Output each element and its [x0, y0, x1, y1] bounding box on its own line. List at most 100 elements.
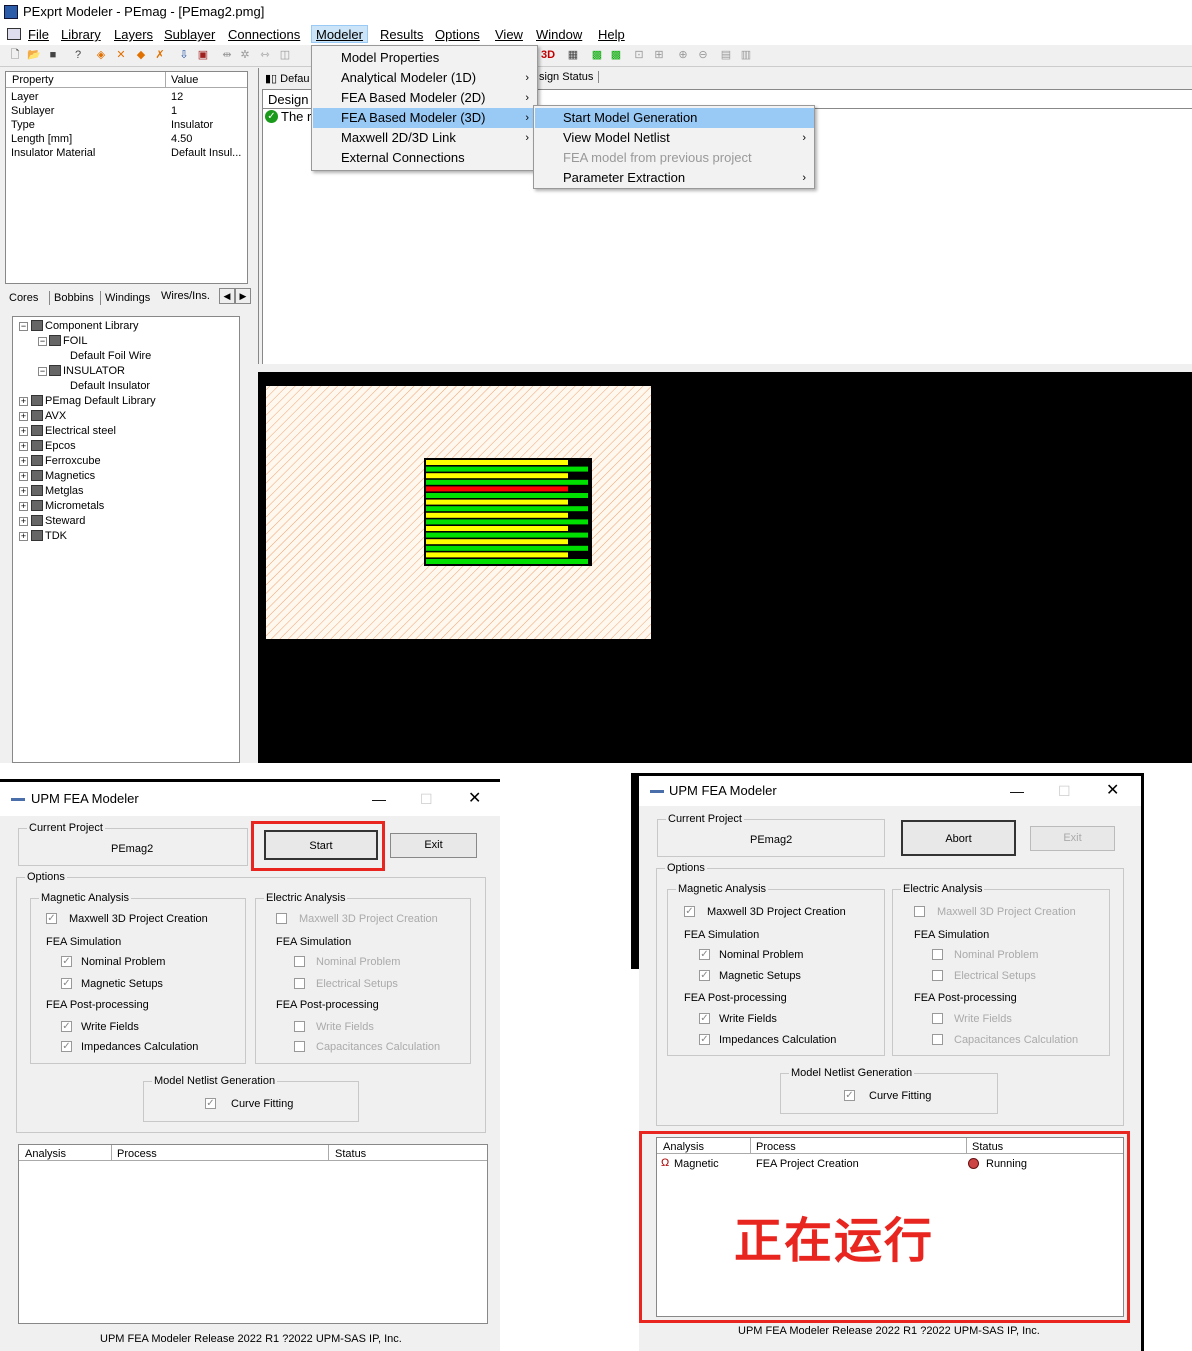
tool-a-icon[interactable]: ◈ — [94, 48, 108, 62]
expand-icon[interactable]: + — [19, 517, 28, 526]
menu-analytical-1d[interactable]: Analytical Modeler (1D) › — [313, 68, 537, 88]
tab-default[interactable]: ▮▯ Defau — [265, 72, 310, 85]
close-icon[interactable]: ✕ — [1106, 776, 1119, 806]
tree-node-library[interactable]: Ferroxcube — [31, 454, 101, 469]
menu-maxwell-link[interactable]: Maxwell 2D/3D Link › — [313, 128, 537, 148]
menu-window[interactable]: Window — [536, 26, 582, 44]
save-icon[interactable]: ■ — [46, 48, 60, 62]
tool-l-icon[interactable]: ▩ — [590, 48, 604, 62]
property-col-header[interactable]: Property — [12, 74, 54, 86]
tree-node-library[interactable]: Steward — [31, 514, 85, 529]
menu-fea-3d[interactable]: FEA Based Modeler (3D) › — [313, 108, 537, 128]
exit-button[interactable]: Exit — [390, 833, 477, 858]
expand-icon[interactable]: + — [19, 412, 28, 421]
tool-m-icon[interactable]: ▩ — [609, 48, 623, 62]
col-analysis[interactable]: Analysis — [25, 1147, 66, 1161]
write-fields-checkbox[interactable]: ✓ — [61, 1021, 72, 1032]
expand-icon[interactable]: + — [19, 532, 28, 541]
menu-view[interactable]: View — [495, 26, 523, 44]
menu-external-connections[interactable]: External Connections — [313, 148, 537, 168]
tree-node-default-insulator[interactable]: Default Insulator — [70, 379, 150, 394]
tool-i-icon[interactable]: ⇿ — [258, 48, 272, 62]
tab-scroll-right-icon[interactable]: ▶ — [235, 288, 251, 304]
capacitances-checkbox[interactable] — [294, 1041, 305, 1052]
collapse-icon[interactable]: − — [38, 367, 47, 376]
abort-button[interactable]: Abort — [901, 820, 1016, 856]
maxwell-3d-checkbox[interactable]: ✓ — [46, 913, 57, 924]
menu-sublayer[interactable]: Sublayer — [164, 26, 215, 44]
menu-options[interactable]: Options — [435, 26, 480, 44]
minimize-icon[interactable]: — — [1010, 776, 1024, 806]
tree-node-component-library[interactable]: Component Library — [31, 319, 139, 334]
e-maxwell-checkbox[interactable] — [276, 913, 287, 924]
menu-help[interactable]: Help — [598, 26, 625, 44]
write-fields-checkbox[interactable]: ✓ — [699, 1013, 710, 1024]
tree-node-library[interactable]: Metglas — [31, 484, 84, 499]
e-nominal-checkbox[interactable] — [294, 956, 305, 967]
tool-q-icon[interactable]: ▥ — [739, 48, 753, 62]
e-write-fields-checkbox[interactable] — [294, 1021, 305, 1032]
menu-library[interactable]: Library — [61, 26, 101, 44]
col-process[interactable]: Process — [117, 1147, 157, 1161]
tree-node-library[interactable]: PEmag Default Library — [31, 394, 156, 409]
tree-node-library[interactable]: Magnetics — [31, 469, 95, 484]
help-icon[interactable]: ? — [71, 48, 85, 62]
magnetic-setups-checkbox[interactable]: ✓ — [699, 970, 710, 981]
menu-model-properties[interactable]: Model Properties — [313, 48, 537, 68]
tool-p-icon[interactable]: ▤ — [719, 48, 733, 62]
tool-n-icon[interactable]: ⊡ — [632, 48, 646, 62]
tool-c-icon[interactable]: ◆ — [134, 48, 148, 62]
e-write-fields-checkbox[interactable] — [932, 1013, 943, 1024]
curve-fitting-checkbox[interactable]: ✓ — [844, 1090, 855, 1101]
tool-k-icon[interactable]: ▦ — [566, 48, 580, 62]
expand-icon[interactable]: + — [19, 427, 28, 436]
tree-node-insulator[interactable]: INSULATOR — [49, 364, 125, 379]
minimize-icon[interactable]: — — [372, 782, 386, 816]
tab-wires[interactable]: Wires/Ins. — [161, 290, 210, 302]
tool-f-icon[interactable]: ▣ — [196, 48, 210, 62]
expand-icon[interactable]: + — [19, 472, 28, 481]
zoom-in-icon[interactable]: ⊕ — [676, 48, 690, 62]
menu-fea-2d[interactable]: FEA Based Modeler (2D) › — [313, 88, 537, 108]
tool-b-icon[interactable]: ✕ — [114, 48, 128, 62]
menu-file[interactable]: File — [28, 26, 49, 44]
expand-icon[interactable]: + — [19, 457, 28, 466]
tree-node-library[interactable]: AVX — [31, 409, 66, 424]
tree-node-library[interactable]: Epcos — [31, 439, 76, 454]
tab-bobbins[interactable]: Bobbins — [54, 292, 94, 304]
impedances-checkbox[interactable]: ✓ — [61, 1041, 72, 1052]
open-icon[interactable]: 📂 — [27, 48, 41, 62]
menu-layers[interactable]: Layers — [114, 26, 153, 44]
value-col-header[interactable]: Value — [171, 74, 198, 86]
collapse-icon[interactable]: − — [38, 337, 47, 346]
menu-start-model-generation[interactable]: Start Model Generation — [535, 108, 814, 128]
tool-d-icon[interactable]: ✗ — [153, 48, 167, 62]
tool-j-icon[interactable]: ◫ — [278, 48, 292, 62]
curve-fitting-checkbox[interactable]: ✓ — [205, 1098, 216, 1109]
maxwell-3d-checkbox[interactable]: ✓ — [684, 906, 695, 917]
tree-node-default-foil[interactable]: Default Foil Wire — [70, 349, 151, 364]
e-setups-checkbox[interactable] — [294, 978, 305, 989]
zoom-out-icon[interactable]: ⊖ — [696, 48, 710, 62]
capacitances-checkbox[interactable] — [932, 1034, 943, 1045]
expand-icon[interactable]: + — [19, 502, 28, 511]
tree-node-library[interactable]: TDK — [31, 529, 67, 544]
tab-cores[interactable]: Cores — [9, 292, 38, 304]
exit-button[interactable]: Exit — [1030, 826, 1115, 851]
e-setups-checkbox[interactable] — [932, 970, 943, 981]
menu-results[interactable]: Results — [380, 26, 423, 44]
tool-o-icon[interactable]: ⊞ — [652, 48, 666, 62]
menu-modeler[interactable]: Modeler — [311, 25, 368, 43]
magnetic-setups-checkbox[interactable]: ✓ — [61, 978, 72, 989]
tab-scroll-left-icon[interactable]: ◀ — [219, 288, 235, 304]
tab-design-status[interactable]: sign Status — [539, 71, 600, 83]
tree-node-foil[interactable]: FOIL — [49, 334, 87, 349]
expand-icon[interactable]: + — [19, 397, 28, 406]
nominal-problem-checkbox[interactable]: ✓ — [699, 949, 710, 960]
e-nominal-checkbox[interactable] — [932, 949, 943, 960]
menu-connections[interactable]: Connections — [228, 26, 300, 44]
tree-node-library[interactable]: Electrical steel — [31, 424, 116, 439]
tool-g-icon[interactable]: ⇹ — [220, 48, 234, 62]
nominal-problem-checkbox[interactable]: ✓ — [61, 956, 72, 967]
tool-h-icon[interactable]: ✲ — [238, 48, 252, 62]
